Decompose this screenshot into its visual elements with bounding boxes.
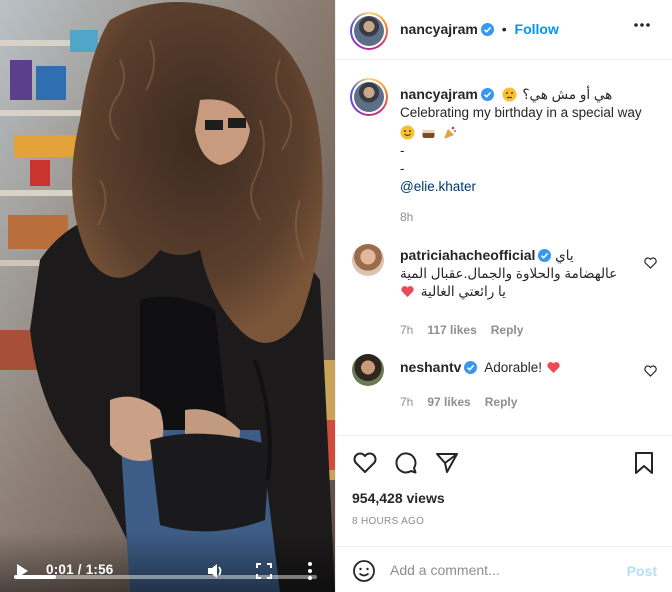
smiley-icon[interactable] — [352, 559, 376, 583]
header-user: nancyajram • Follow — [400, 21, 559, 37]
comment-avatar[interactable] — [352, 354, 384, 386]
bookmark-icon[interactable] — [631, 450, 657, 476]
comment-reply-button[interactable]: Reply — [491, 323, 524, 337]
comment-like-heart-icon[interactable] — [644, 257, 657, 269]
video-progress-bar[interactable] — [14, 575, 317, 579]
caption-english: Celebrating my birthday in a special way — [400, 105, 642, 120]
comment-text-line2: عالهضامة والحلاوة والجمال.عقبال المية — [400, 266, 618, 281]
heart-outline-icon[interactable] — [352, 450, 378, 476]
follow-button[interactable]: Follow — [515, 21, 559, 37]
header-separator-dot: • — [501, 21, 507, 37]
comment-likes[interactable]: 117 likes — [427, 323, 476, 337]
comment-text: Adorable! — [484, 360, 543, 375]
party-popper-emoji-icon — [443, 126, 456, 139]
caption-body: nancyajram هي أو مش هي؟ Celebrating my b… — [400, 85, 660, 226]
caption-emojis — [400, 124, 660, 142]
comment-time: 7h — [400, 395, 414, 409]
smiling-face-emoji-icon — [400, 125, 415, 140]
video-frame — [0, 0, 335, 592]
red-heart-emoji-icon — [401, 286, 414, 297]
post-header: nancyajram • Follow — [336, 0, 672, 60]
post-comment-button[interactable]: Post — [627, 563, 657, 579]
verified-badge-icon — [464, 361, 478, 374]
post-actions: 954,428 views 8 HOURS AGO — [336, 435, 672, 545]
comment-text-line1: ياي — [555, 248, 574, 263]
posted-time: 8 HOURS AGO — [352, 516, 425, 527]
paper-plane-icon[interactable] — [434, 450, 460, 476]
avatar[interactable] — [350, 12, 388, 50]
red-heart-emoji-icon — [547, 362, 560, 373]
comment-time: 7h — [400, 323, 414, 337]
comment-like-heart-icon[interactable] — [644, 365, 657, 377]
post-side-panel: nancyajram • Follow nancyajram هي أو مش … — [335, 0, 672, 592]
comments-scroll-area[interactable]: nancyajram هي أو مش هي؟ Celebrating my b… — [336, 61, 672, 435]
comment-likes[interactable]: 97 likes — [427, 395, 470, 409]
verified-badge-icon — [480, 88, 494, 101]
views-count[interactable]: 954,428 views — [352, 490, 445, 506]
comment-item: patriciahacheofficial ياي عالهضامة والحل… — [336, 233, 672, 337]
post-caption: nancyajram هي أو مش هي؟ Celebrating my b… — [336, 61, 672, 231]
header-username[interactable]: nancyajram — [400, 21, 478, 37]
comment-avatar[interactable] — [352, 244, 384, 276]
cake-emoji-icon — [422, 130, 435, 138]
comment-text-line3: يا رائعتي الغالية — [420, 284, 506, 299]
verified-badge-icon — [480, 23, 494, 36]
comment-body: neshantv Adorable! 7h 97 likes Reply — [400, 358, 650, 411]
caption-dash-1: - — [400, 143, 405, 158]
caption-time: 8h — [400, 210, 414, 224]
comment-bubble-icon[interactable] — [393, 450, 419, 476]
comment-item: neshantv Adorable! 7h 97 likes Reply — [336, 343, 672, 413]
verified-badge-icon — [538, 249, 552, 262]
caption-dash-2: - — [400, 161, 405, 176]
video-controls: 0:01 / 1:56 — [0, 532, 335, 592]
thinking-face-emoji-icon — [502, 87, 517, 102]
caption-mention-link[interactable]: @elie.khater — [400, 179, 476, 194]
video-progress-fill — [14, 575, 57, 579]
comment-username[interactable]: neshantv — [400, 359, 461, 375]
comment-reply-button[interactable]: Reply — [485, 395, 518, 409]
caption-arabic: هي أو مش هي؟ — [522, 87, 613, 102]
add-comment-bar: Post — [336, 546, 672, 592]
video-player[interactable]: 0:01 / 1:56 — [0, 0, 335, 592]
comment-meta: 7h 117 likes Reply — [400, 321, 650, 339]
caption-avatar[interactable] — [350, 78, 388, 116]
comment-username[interactable]: patriciahacheofficial — [400, 247, 535, 263]
comment-meta: 7h 97 likes Reply — [400, 393, 650, 411]
more-horizontal-icon[interactable] — [633, 22, 651, 28]
comment-body: patriciahacheofficial ياي عالهضامة والحل… — [400, 246, 650, 339]
comment-input[interactable] — [390, 557, 610, 583]
caption-username[interactable]: nancyajram — [400, 86, 478, 102]
